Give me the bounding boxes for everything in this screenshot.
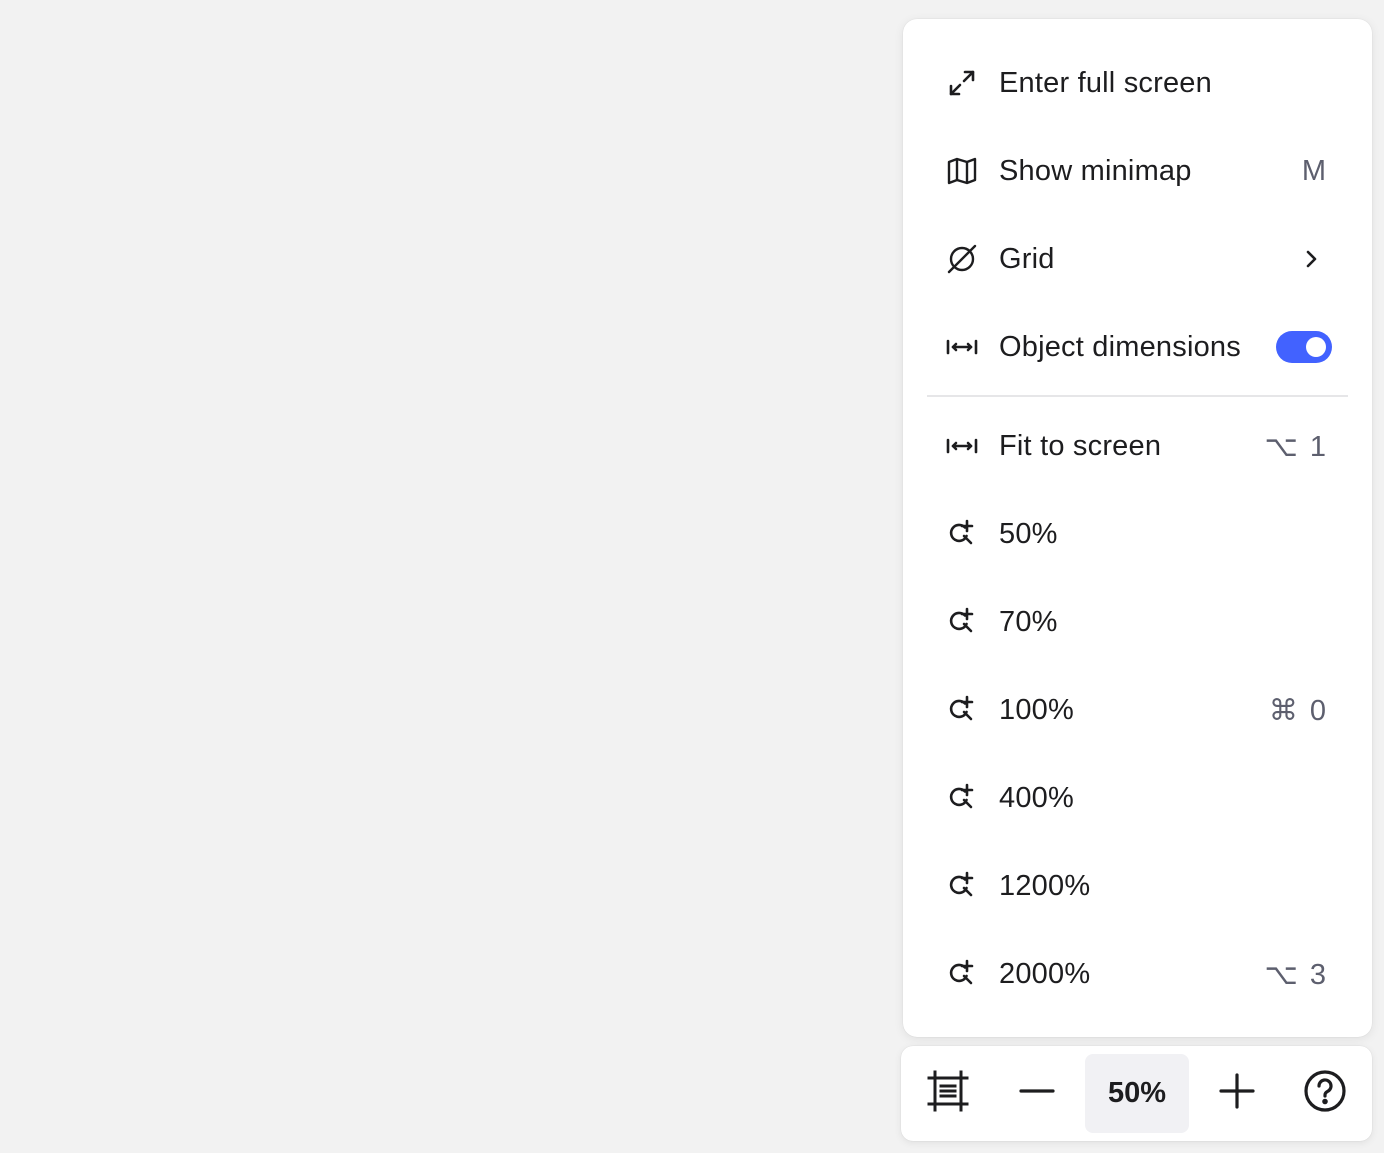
- menu-item-label: 400%: [999, 781, 1074, 814]
- zoom-level-button[interactable]: 50%: [1085, 1054, 1189, 1133]
- menu-item-show-minimap[interactable]: Show minimap M: [927, 127, 1348, 215]
- shortcut-hint: ⌘ 0: [1268, 694, 1328, 727]
- zoom-in-icon: [945, 781, 979, 815]
- map-icon: [945, 154, 979, 188]
- chevron-right-icon: [1300, 248, 1322, 270]
- menu-item-zoom-100[interactable]: 100% ⌘ 0: [927, 666, 1348, 754]
- menu-divider: [927, 395, 1348, 397]
- zoom-in-icon: [945, 693, 979, 727]
- menu-item-label: Object dimensions: [999, 330, 1241, 363]
- frame-button[interactable]: [915, 1054, 981, 1133]
- menu-item-label: 50%: [999, 517, 1058, 550]
- menu-item-label: Enter full screen: [999, 66, 1212, 99]
- menu-item-zoom-1200[interactable]: 1200%: [927, 842, 1348, 930]
- menu-item-zoom-400[interactable]: 400%: [927, 754, 1348, 842]
- zoom-in-icon: [945, 957, 979, 991]
- zoom-out-icon: [1017, 1071, 1057, 1116]
- help-button[interactable]: [1291, 1054, 1359, 1133]
- zoom-out-button[interactable]: [1003, 1054, 1071, 1133]
- zoom-in-icon: [945, 517, 979, 551]
- view-options-menu: Enter full screen Show minimap M Grid Ob…: [903, 19, 1372, 1037]
- menu-item-zoom-2000[interactable]: 2000% ⌥ 3: [927, 930, 1348, 1018]
- menu-item-label: Fit to screen: [999, 429, 1162, 462]
- toggle-knob: [1306, 337, 1326, 357]
- object-dimensions-toggle[interactable]: [1276, 331, 1332, 363]
- menu-item-label: 1200%: [999, 869, 1091, 902]
- menu-item-label: Grid: [999, 242, 1055, 275]
- shortcut-hint: ⌥ 1: [1264, 430, 1328, 463]
- menu-item-zoom-70[interactable]: 70%: [927, 578, 1348, 666]
- zoom-toolbar: 50%: [901, 1046, 1372, 1141]
- menu-item-zoom-50[interactable]: 50%: [927, 490, 1348, 578]
- menu-item-enter-full-screen[interactable]: Enter full screen: [927, 39, 1348, 127]
- zoom-in-button[interactable]: [1203, 1054, 1271, 1133]
- zoom-in-icon: [945, 869, 979, 903]
- menu-item-fit-to-screen[interactable]: Fit to screen ⌥ 1: [927, 402, 1348, 490]
- help-icon: [1303, 1069, 1347, 1118]
- dimension-icon: [945, 330, 979, 364]
- zoom-in-plus-icon: [1217, 1071, 1257, 1116]
- grid-off-icon: [945, 242, 979, 276]
- zoom-in-icon: [945, 605, 979, 639]
- menu-item-object-dimensions[interactable]: Object dimensions: [927, 303, 1348, 391]
- expand-arrows-icon: [945, 66, 979, 100]
- menu-item-grid[interactable]: Grid: [927, 215, 1348, 303]
- menu-item-label: 70%: [999, 605, 1058, 638]
- menu-item-label: Show minimap: [999, 154, 1192, 187]
- shortcut-hint: M: [1301, 154, 1328, 187]
- menu-item-label: 2000%: [999, 957, 1091, 990]
- shortcut-hint: ⌥ 3: [1264, 958, 1328, 991]
- menu-item-label: 100%: [999, 693, 1074, 726]
- dimension-icon: [945, 429, 979, 463]
- frame-icon: [926, 1069, 970, 1118]
